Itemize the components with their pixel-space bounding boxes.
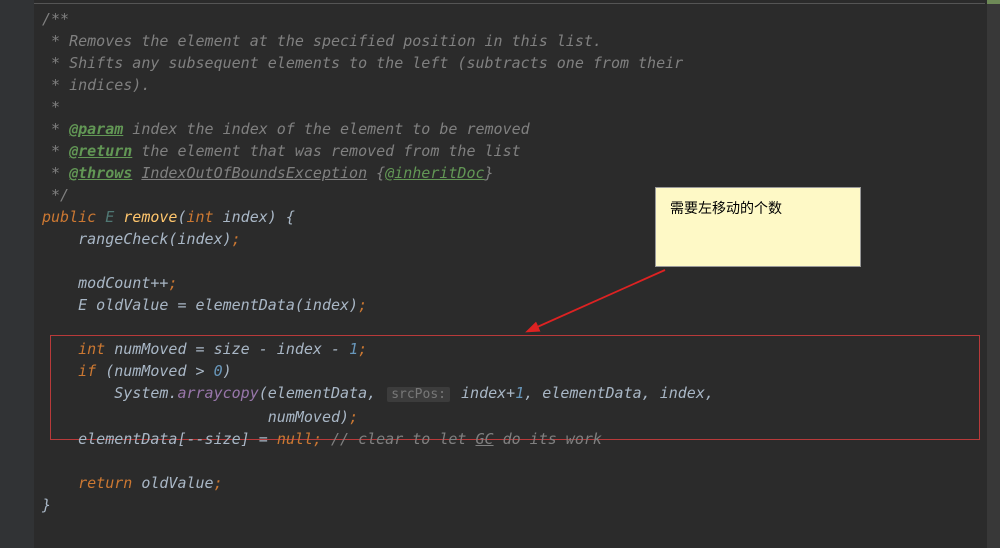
modcount: modCount++	[78, 274, 168, 292]
param-index: index	[223, 208, 268, 226]
javadoc-line: * Shifts any subsequent elements to the …	[42, 54, 683, 72]
javadoc-line: * Removes the element at the specified p…	[42, 32, 602, 50]
error-stripe-marker[interactable]	[987, 0, 1000, 4]
param-text: index the index of the element to be rem…	[123, 120, 529, 138]
throws-tag: @throws	[69, 164, 132, 182]
kw-public: public	[42, 208, 96, 226]
type-E: E	[105, 208, 114, 226]
return-text: the element that was removed from the li…	[132, 142, 520, 160]
param-tag: @param	[69, 120, 123, 138]
num-1: 1	[349, 340, 358, 358]
javadoc-line: * indices).	[42, 76, 150, 94]
javadoc-star: *	[42, 142, 69, 160]
gutter	[0, 0, 34, 548]
arraycopy: arraycopy	[177, 384, 258, 402]
note-text: 需要左移动的个数	[670, 200, 782, 216]
javadoc-close: */	[42, 186, 69, 204]
comment-gc: GC	[476, 430, 494, 448]
num-0: 0	[214, 362, 223, 380]
num-1: 1	[515, 384, 524, 402]
kw-int: int	[187, 208, 214, 226]
line-comment: // clear to let	[331, 430, 476, 448]
fold-border	[34, 3, 985, 4]
method-remove: remove	[123, 208, 177, 226]
javadoc-open: /**	[42, 10, 69, 28]
inheritdoc-tag: @inheritDoc	[385, 164, 484, 182]
kw-if: if	[78, 362, 96, 380]
vertical-scrollbar[interactable]	[987, 0, 1000, 548]
rangecheck-call: rangeCheck(index)	[78, 230, 232, 248]
param-hint-srcpos: srcPos:	[387, 387, 450, 402]
kw-int: int	[78, 340, 105, 358]
eldata-assign: elementData[--size] =	[78, 430, 277, 448]
javadoc-star: *	[42, 164, 69, 182]
sticky-note[interactable]: 需要左移动的个数	[655, 187, 861, 267]
oldvalue-decl: E oldValue = elementData(index)	[78, 296, 358, 314]
code-editor[interactable]: /** * Removes the element at the specifi…	[0, 0, 1000, 548]
kw-return: return	[78, 474, 132, 492]
kw-null: null	[277, 430, 313, 448]
return-tag: @return	[69, 142, 132, 160]
code-block[interactable]: /** * Removes the element at the specifi…	[42, 8, 714, 516]
javadoc-star: *	[42, 120, 69, 138]
var-nummoved: numMoved	[114, 340, 186, 358]
javadoc-line: *	[42, 98, 60, 116]
throws-link[interactable]: IndexOutOfBoundsException	[141, 164, 367, 182]
